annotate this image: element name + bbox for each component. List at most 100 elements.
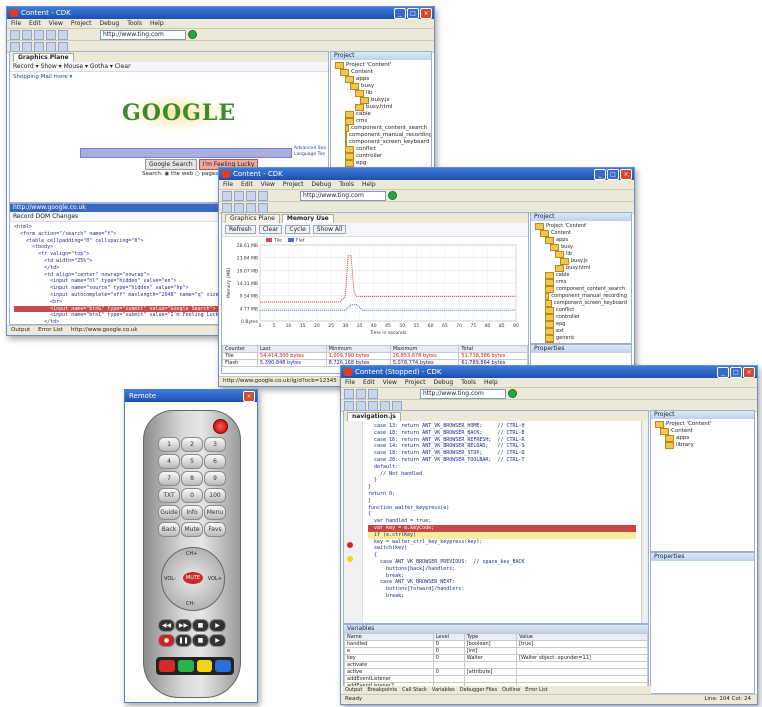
- tree-item[interactable]: conflict: [335, 146, 427, 153]
- memory-row[interactable]: Tile 54,414,300 bytes 1,009,790 bytes 26,85…: [222, 352, 528, 360]
- tree-item[interactable]: busy.html: [535, 265, 627, 272]
- code-line[interactable]: function walter_keypress(e): [368, 505, 636, 512]
- code-line[interactable]: buttons[back]/handlers;: [368, 566, 636, 573]
- tree-item[interactable]: component_content_search: [535, 286, 627, 293]
- remote-key-menu[interactable]: Menu: [204, 505, 226, 520]
- forward-icon[interactable]: [22, 41, 32, 52]
- transport-button[interactable]: ●: [158, 634, 175, 647]
- forward-icon[interactable]: [234, 202, 244, 213]
- tree-item[interactable]: ext: [535, 328, 627, 335]
- bottom-tab[interactable]: Outline: [502, 687, 520, 693]
- code-line[interactable]: {: [368, 511, 636, 518]
- menu-item-view[interactable]: View: [49, 19, 63, 28]
- tree-item[interactable]: busy: [335, 83, 427, 90]
- open-icon[interactable]: [356, 388, 366, 399]
- code-line[interactable]: if (e.ctrlKey): [368, 531, 636, 539]
- forward-icon[interactable]: [356, 400, 366, 411]
- show-all-button[interactable]: Show All: [312, 225, 347, 234]
- bottom-tab[interactable]: Debugger Files: [460, 687, 497, 693]
- tree-item[interactable]: cms: [335, 118, 427, 125]
- editor-scrollbar[interactable]: [641, 421, 648, 623]
- step-into-icon[interactable]: [368, 400, 378, 411]
- tab-memory-use[interactable]: Memory Use: [281, 214, 334, 223]
- tree-item[interactable]: apps: [535, 237, 627, 244]
- remote-key-2[interactable]: 2: [181, 437, 203, 452]
- new-icon[interactable]: [222, 190, 232, 201]
- minimize-button[interactable]: _: [394, 8, 406, 19]
- channel-down-button[interactable]: CH-: [186, 601, 195, 607]
- run-icon[interactable]: [246, 202, 256, 213]
- color-button[interactable]: [159, 660, 175, 672]
- code-line[interactable]: case 18: return ANT_VK_BROWSER_BACK; // …: [368, 430, 636, 437]
- tree-item[interactable]: busy.js: [535, 258, 627, 265]
- new-icon[interactable]: [10, 29, 20, 40]
- code-line[interactable]: case 14: return ANT_VK_BROWSER_RELOAD; /…: [368, 443, 636, 450]
- power-button[interactable]: [213, 419, 228, 434]
- menu-item-help[interactable]: Help: [362, 180, 376, 189]
- remote-key-7[interactable]: 7: [158, 471, 180, 486]
- transport-button[interactable]: ■: [192, 619, 209, 632]
- remote-title-bar[interactable]: Remote ×: [125, 390, 257, 402]
- menu-item-debug[interactable]: Debug: [99, 19, 119, 28]
- menu-item-project[interactable]: Project: [71, 19, 92, 28]
- maximize-button[interactable]: □: [607, 169, 619, 180]
- tree-item[interactable]: epg: [335, 160, 427, 167]
- back-icon[interactable]: [222, 202, 232, 213]
- run-icon[interactable]: [34, 41, 44, 52]
- transport-button[interactable]: ◀◀: [158, 619, 175, 632]
- close-button[interactable]: ×: [620, 169, 632, 180]
- ok-mute-button[interactable]: MUTE: [183, 572, 203, 584]
- remote-key-info[interactable]: Info: [181, 505, 203, 520]
- code-line[interactable]: buttons[forward]/handlers;: [368, 586, 636, 593]
- tab-graphics-plane[interactable]: Graphics Plane: [13, 53, 74, 62]
- project-tree[interactable]: Project 'Content' Content apps library: [651, 419, 754, 451]
- remote-key-1[interactable]: 1: [158, 437, 180, 452]
- tree-item[interactable]: conflict: [535, 307, 627, 314]
- save-icon[interactable]: [246, 190, 256, 201]
- remote-key-favs[interactable]: Favs: [204, 522, 226, 537]
- menu-item-file[interactable]: File: [223, 180, 233, 189]
- tree-item[interactable]: Content: [535, 230, 627, 237]
- cycle-button[interactable]: Cycle: [285, 225, 310, 234]
- tree-item[interactable]: Content: [335, 69, 427, 76]
- code-line[interactable]: default:: [368, 464, 636, 471]
- code-line[interactable]: break;: [368, 573, 636, 580]
- project-tree[interactable]: Project 'Content' Content apps busy lib busy.…: [531, 221, 631, 343]
- minimize-button[interactable]: _: [594, 169, 606, 180]
- menu-item-view[interactable]: View: [383, 378, 397, 387]
- record-nav[interactable]: Record ▾ Show ▾ Mouse ▾ Gotha ▾ Clear: [10, 62, 328, 72]
- language-tools-link[interactable]: Language Too: [294, 152, 326, 158]
- tree-item[interactable]: controller: [535, 314, 627, 321]
- url-input[interactable]: http://www.ting.com: [300, 190, 386, 201]
- refresh-button[interactable]: Refresh: [225, 225, 256, 234]
- window-title-bar[interactable]: Content (Stopped) - CDK _ □ ×: [341, 366, 757, 378]
- back-icon[interactable]: [344, 400, 354, 411]
- menu-item-view[interactable]: View: [261, 180, 275, 189]
- tree-item[interactable]: cable: [535, 272, 627, 279]
- maximize-button[interactable]: □: [407, 8, 419, 19]
- remote-key-100[interactable]: 100: [204, 488, 226, 503]
- bottom-tab[interactable]: Error List: [38, 327, 63, 333]
- tree-item[interactable]: cms: [535, 279, 627, 286]
- variables-table[interactable]: Name Level Type Value handled 0 [boolean] [true…: [344, 633, 648, 693]
- tree-item[interactable]: busy: [535, 244, 627, 251]
- open-icon[interactable]: [234, 190, 244, 201]
- remote-key-4[interactable]: 4: [158, 454, 180, 469]
- tree-item[interactable]: component_content_search: [335, 125, 427, 132]
- tree-item[interactable]: cable: [335, 111, 427, 118]
- remote-key-mute[interactable]: Mute: [181, 522, 203, 537]
- minimize-button[interactable]: _: [717, 367, 729, 378]
- volume-down-button[interactable]: VOL-: [164, 576, 176, 582]
- tree-item[interactable]: generic: [535, 335, 627, 342]
- go-icon[interactable]: [188, 30, 197, 39]
- tree-item[interactable]: Project 'Content': [535, 223, 627, 230]
- code-line[interactable]: case ANT_VK_BROWSER_NEXT:: [368, 579, 636, 586]
- open-icon[interactable]: [22, 29, 32, 40]
- channel-up-button[interactable]: CH+: [186, 551, 197, 557]
- menu-item-help[interactable]: Help: [150, 19, 164, 28]
- new-icon[interactable]: [344, 388, 354, 399]
- go-icon[interactable]: [388, 191, 397, 200]
- window-title-bar[interactable]: Content - CDK _ □ ×: [219, 168, 634, 180]
- code-line[interactable]: }: [368, 484, 636, 491]
- cut-icon[interactable]: [258, 190, 268, 201]
